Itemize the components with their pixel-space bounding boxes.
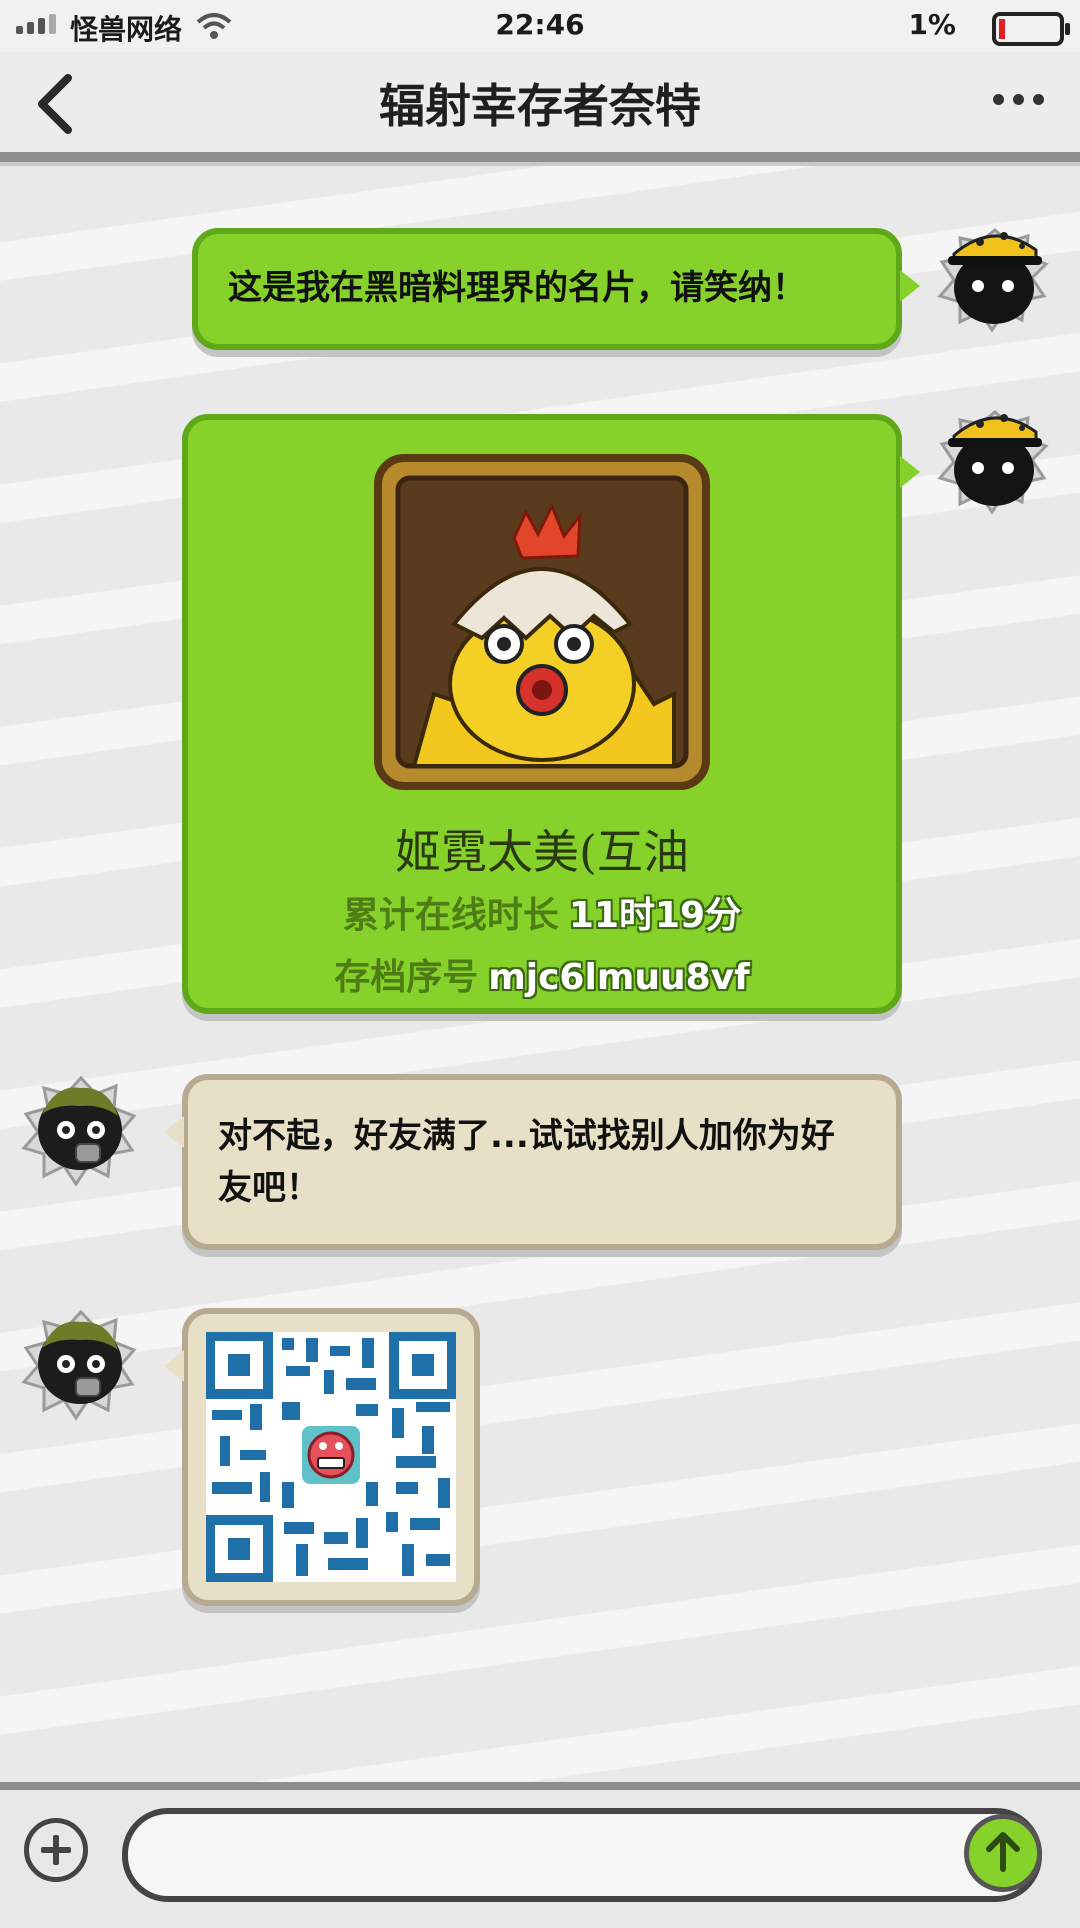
card-name: 姬霓太美(互油 bbox=[395, 825, 689, 879]
message-text: 这是我在黑暗料理界的名片，请笑纳！ bbox=[228, 268, 806, 308]
avatar-other[interactable] bbox=[16, 1064, 146, 1194]
message-text: 对不起，好友满了...试试找别人加你为好友吧！ bbox=[218, 1116, 835, 1208]
chick-portrait-icon bbox=[374, 454, 710, 790]
avatar-other[interactable] bbox=[16, 1298, 146, 1428]
avatar-other-icon bbox=[21, 1075, 137, 1187]
online-time-value: 11时19分 bbox=[568, 895, 742, 936]
qr-image[interactable] bbox=[205, 1331, 457, 1583]
status-bar: 怪兽网络 22:46 1% bbox=[0, 0, 1080, 52]
avatar-other-icon bbox=[21, 1309, 137, 1421]
qr-code-icon bbox=[205, 1331, 457, 1583]
message-input-bar bbox=[0, 1782, 1080, 1928]
message-input[interactable] bbox=[122, 1808, 1042, 1902]
avatar-me[interactable] bbox=[930, 394, 1060, 524]
profile-card-bubble[interactable]: 姬霓太美(互油 累计在线时长 11时19分 存档序号 mjc6lmuu8vf bbox=[182, 414, 920, 1014]
card-online-time: 累计在线时长 11时19分 bbox=[188, 886, 896, 938]
avatar-me-icon bbox=[937, 228, 1049, 333]
send-button[interactable] bbox=[964, 1814, 1042, 1892]
avatar-me[interactable] bbox=[930, 212, 1060, 342]
more-icon bbox=[993, 94, 1004, 105]
card-save-id: 存档序号 mjc6lmuu8vf bbox=[188, 948, 896, 1000]
card-portrait bbox=[374, 454, 710, 790]
avatar-me-icon bbox=[937, 410, 1049, 515]
nav-bar: 辐射幸存者奈特 bbox=[0, 52, 1080, 162]
more-button[interactable] bbox=[993, 94, 1044, 105]
message-bubble-outgoing[interactable]: 这是我在黑暗料理界的名片，请笑纳！ bbox=[192, 228, 920, 350]
page-title: 辐射幸存者奈特 bbox=[379, 79, 701, 133]
online-time-label: 累计在线时长 bbox=[342, 895, 559, 936]
plus-button[interactable] bbox=[24, 1818, 88, 1882]
save-id-label: 存档序号 bbox=[334, 957, 479, 998]
battery-percent: 1% bbox=[908, 8, 956, 41]
battery-icon bbox=[992, 12, 1070, 46]
send-arrow-icon bbox=[986, 1832, 1020, 1872]
qr-image-bubble[interactable] bbox=[164, 1308, 480, 1606]
save-id-value: mjc6lmuu8vf bbox=[488, 957, 750, 998]
message-bubble-incoming[interactable]: 对不起，好友满了...试试找别人加你为好友吧！ bbox=[164, 1074, 902, 1250]
